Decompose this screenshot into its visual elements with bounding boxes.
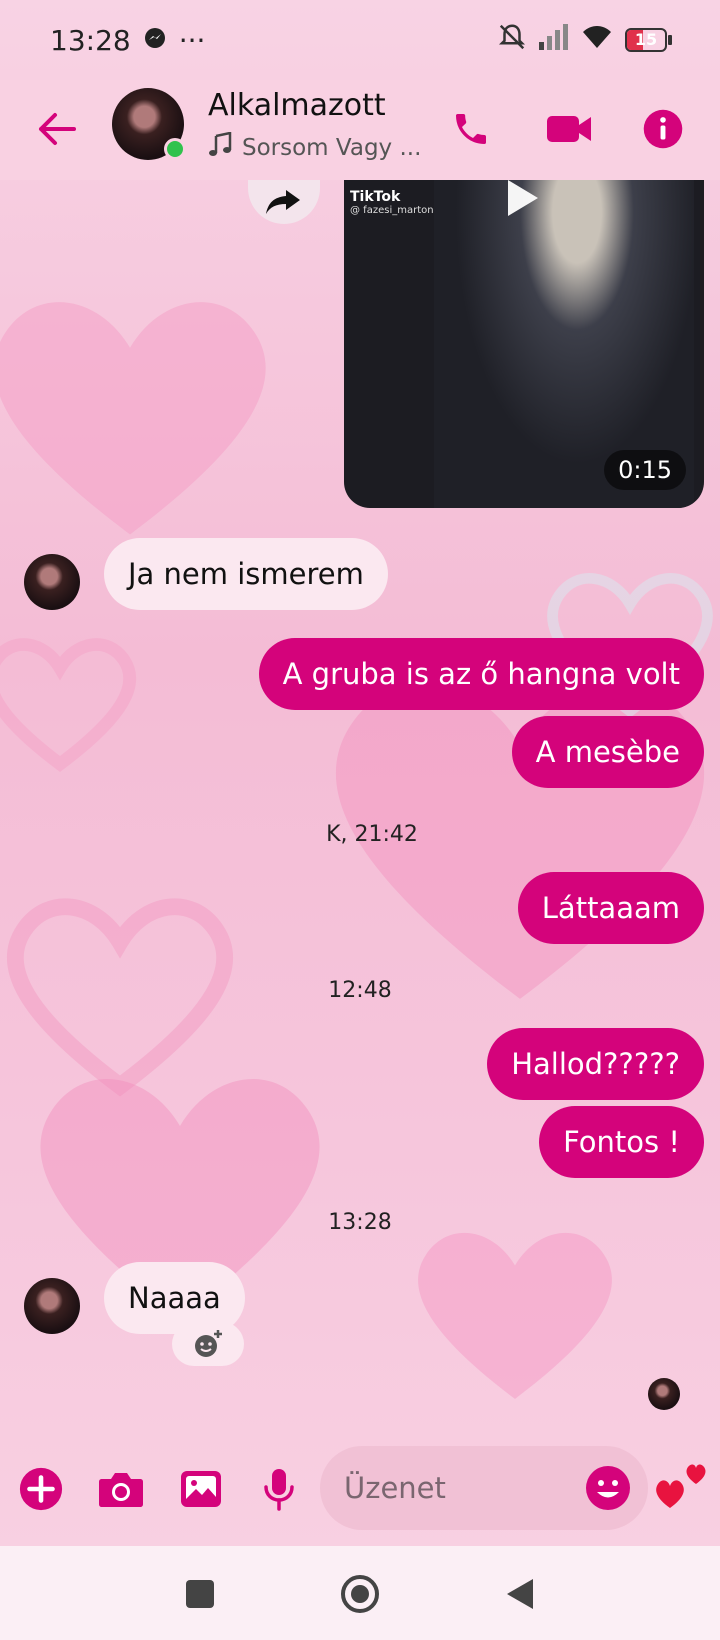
microphone-icon	[264, 1469, 294, 1511]
smiley-icon	[586, 1466, 630, 1510]
back-nav-button[interactable]	[498, 1572, 542, 1616]
arrow-left-icon	[39, 113, 76, 145]
message-bubble-incoming[interactable]: Ja nem ismerem	[104, 538, 388, 610]
chat-header: Alkalmazott Sorsom Vagy ...	[0, 80, 720, 180]
add-button[interactable]	[16, 1464, 66, 1514]
status-more: ···	[178, 23, 206, 57]
now-playing[interactable]: Sorsom Vagy ...	[208, 132, 428, 164]
battery-level: 15	[634, 30, 658, 49]
play-icon	[508, 180, 538, 216]
square-icon	[186, 1580, 214, 1608]
message-input[interactable]	[344, 1446, 574, 1530]
timestamp: 12:48	[328, 978, 392, 1003]
tiktok-brand: TikTok	[350, 189, 401, 205]
emoji-button[interactable]	[584, 1464, 632, 1512]
phone-icon	[456, 114, 486, 144]
heart-decoration	[0, 638, 137, 773]
system-navigation-bar	[0, 1546, 720, 1640]
messenger-icon	[143, 24, 167, 57]
heart-decoration	[418, 1232, 612, 1399]
info-icon	[643, 109, 683, 149]
camera-button[interactable]	[96, 1464, 146, 1514]
message-bubble-outgoing[interactable]: A gruba is az ő hangna volt	[258, 638, 704, 710]
hearts-icon	[656, 1464, 706, 1508]
status-bar: 13:28 ··· 15	[0, 0, 720, 80]
video-duration: 0:15	[604, 450, 686, 490]
battery-icon: 15	[625, 28, 672, 52]
mute-icon	[497, 22, 527, 59]
info-button[interactable]	[636, 102, 690, 156]
music-note-icon	[208, 132, 232, 164]
timestamp: K, 21:42	[326, 822, 418, 847]
circle-home-icon	[341, 1575, 379, 1613]
online-indicator	[164, 138, 186, 160]
sender-avatar[interactable]	[24, 554, 80, 610]
back-button[interactable]	[32, 104, 82, 154]
now-playing-text: Sorsom Vagy ...	[242, 135, 422, 161]
add-reaction-button[interactable]	[172, 1322, 244, 1366]
add-reaction-icon	[195, 1330, 222, 1357]
contact-avatar[interactable]	[112, 88, 186, 160]
triangle-back-icon	[507, 1579, 533, 1609]
gallery-button[interactable]	[176, 1464, 226, 1514]
quick-reaction-button[interactable]	[652, 1456, 712, 1516]
recents-button[interactable]	[178, 1572, 222, 1616]
heart-decoration	[0, 302, 266, 535]
tiktok-watermark: TikTok @ fazesi_marton	[350, 190, 434, 218]
share-arrow-icon	[266, 190, 300, 214]
message-bubble-outgoing[interactable]: Hallod?????	[487, 1028, 704, 1100]
sender-avatar[interactable]	[24, 1278, 80, 1334]
plus-icon	[19, 1467, 63, 1511]
message-bubble-outgoing[interactable]: A mesèbe	[511, 716, 704, 788]
tiktok-handle: @ fazesi_marton	[350, 205, 434, 216]
video-call-button[interactable]	[542, 102, 596, 156]
voice-message-button[interactable]	[254, 1464, 304, 1514]
message-bubble-outgoing[interactable]: Láttaaam	[517, 872, 704, 944]
status-time: 13:28	[50, 23, 131, 57]
voice-call-button[interactable]	[444, 102, 498, 156]
home-button[interactable]	[338, 1572, 382, 1616]
signal-icon	[539, 23, 569, 57]
contact-name[interactable]: Alkalmazott	[208, 88, 386, 123]
timestamp: 13:28	[328, 1210, 392, 1235]
video-camera-icon	[547, 116, 591, 142]
message-composer	[0, 1440, 720, 1536]
message-input-box[interactable]	[320, 1446, 648, 1530]
wifi-icon	[581, 24, 613, 57]
camera-icon	[99, 1473, 143, 1507]
shared-video[interactable]: TikTok @ fazesi_marton 0:15	[344, 180, 704, 508]
seen-receipt-avatar	[648, 1378, 680, 1410]
image-icon	[181, 1471, 221, 1507]
message-bubble-outgoing[interactable]: Fontos !	[539, 1106, 704, 1178]
